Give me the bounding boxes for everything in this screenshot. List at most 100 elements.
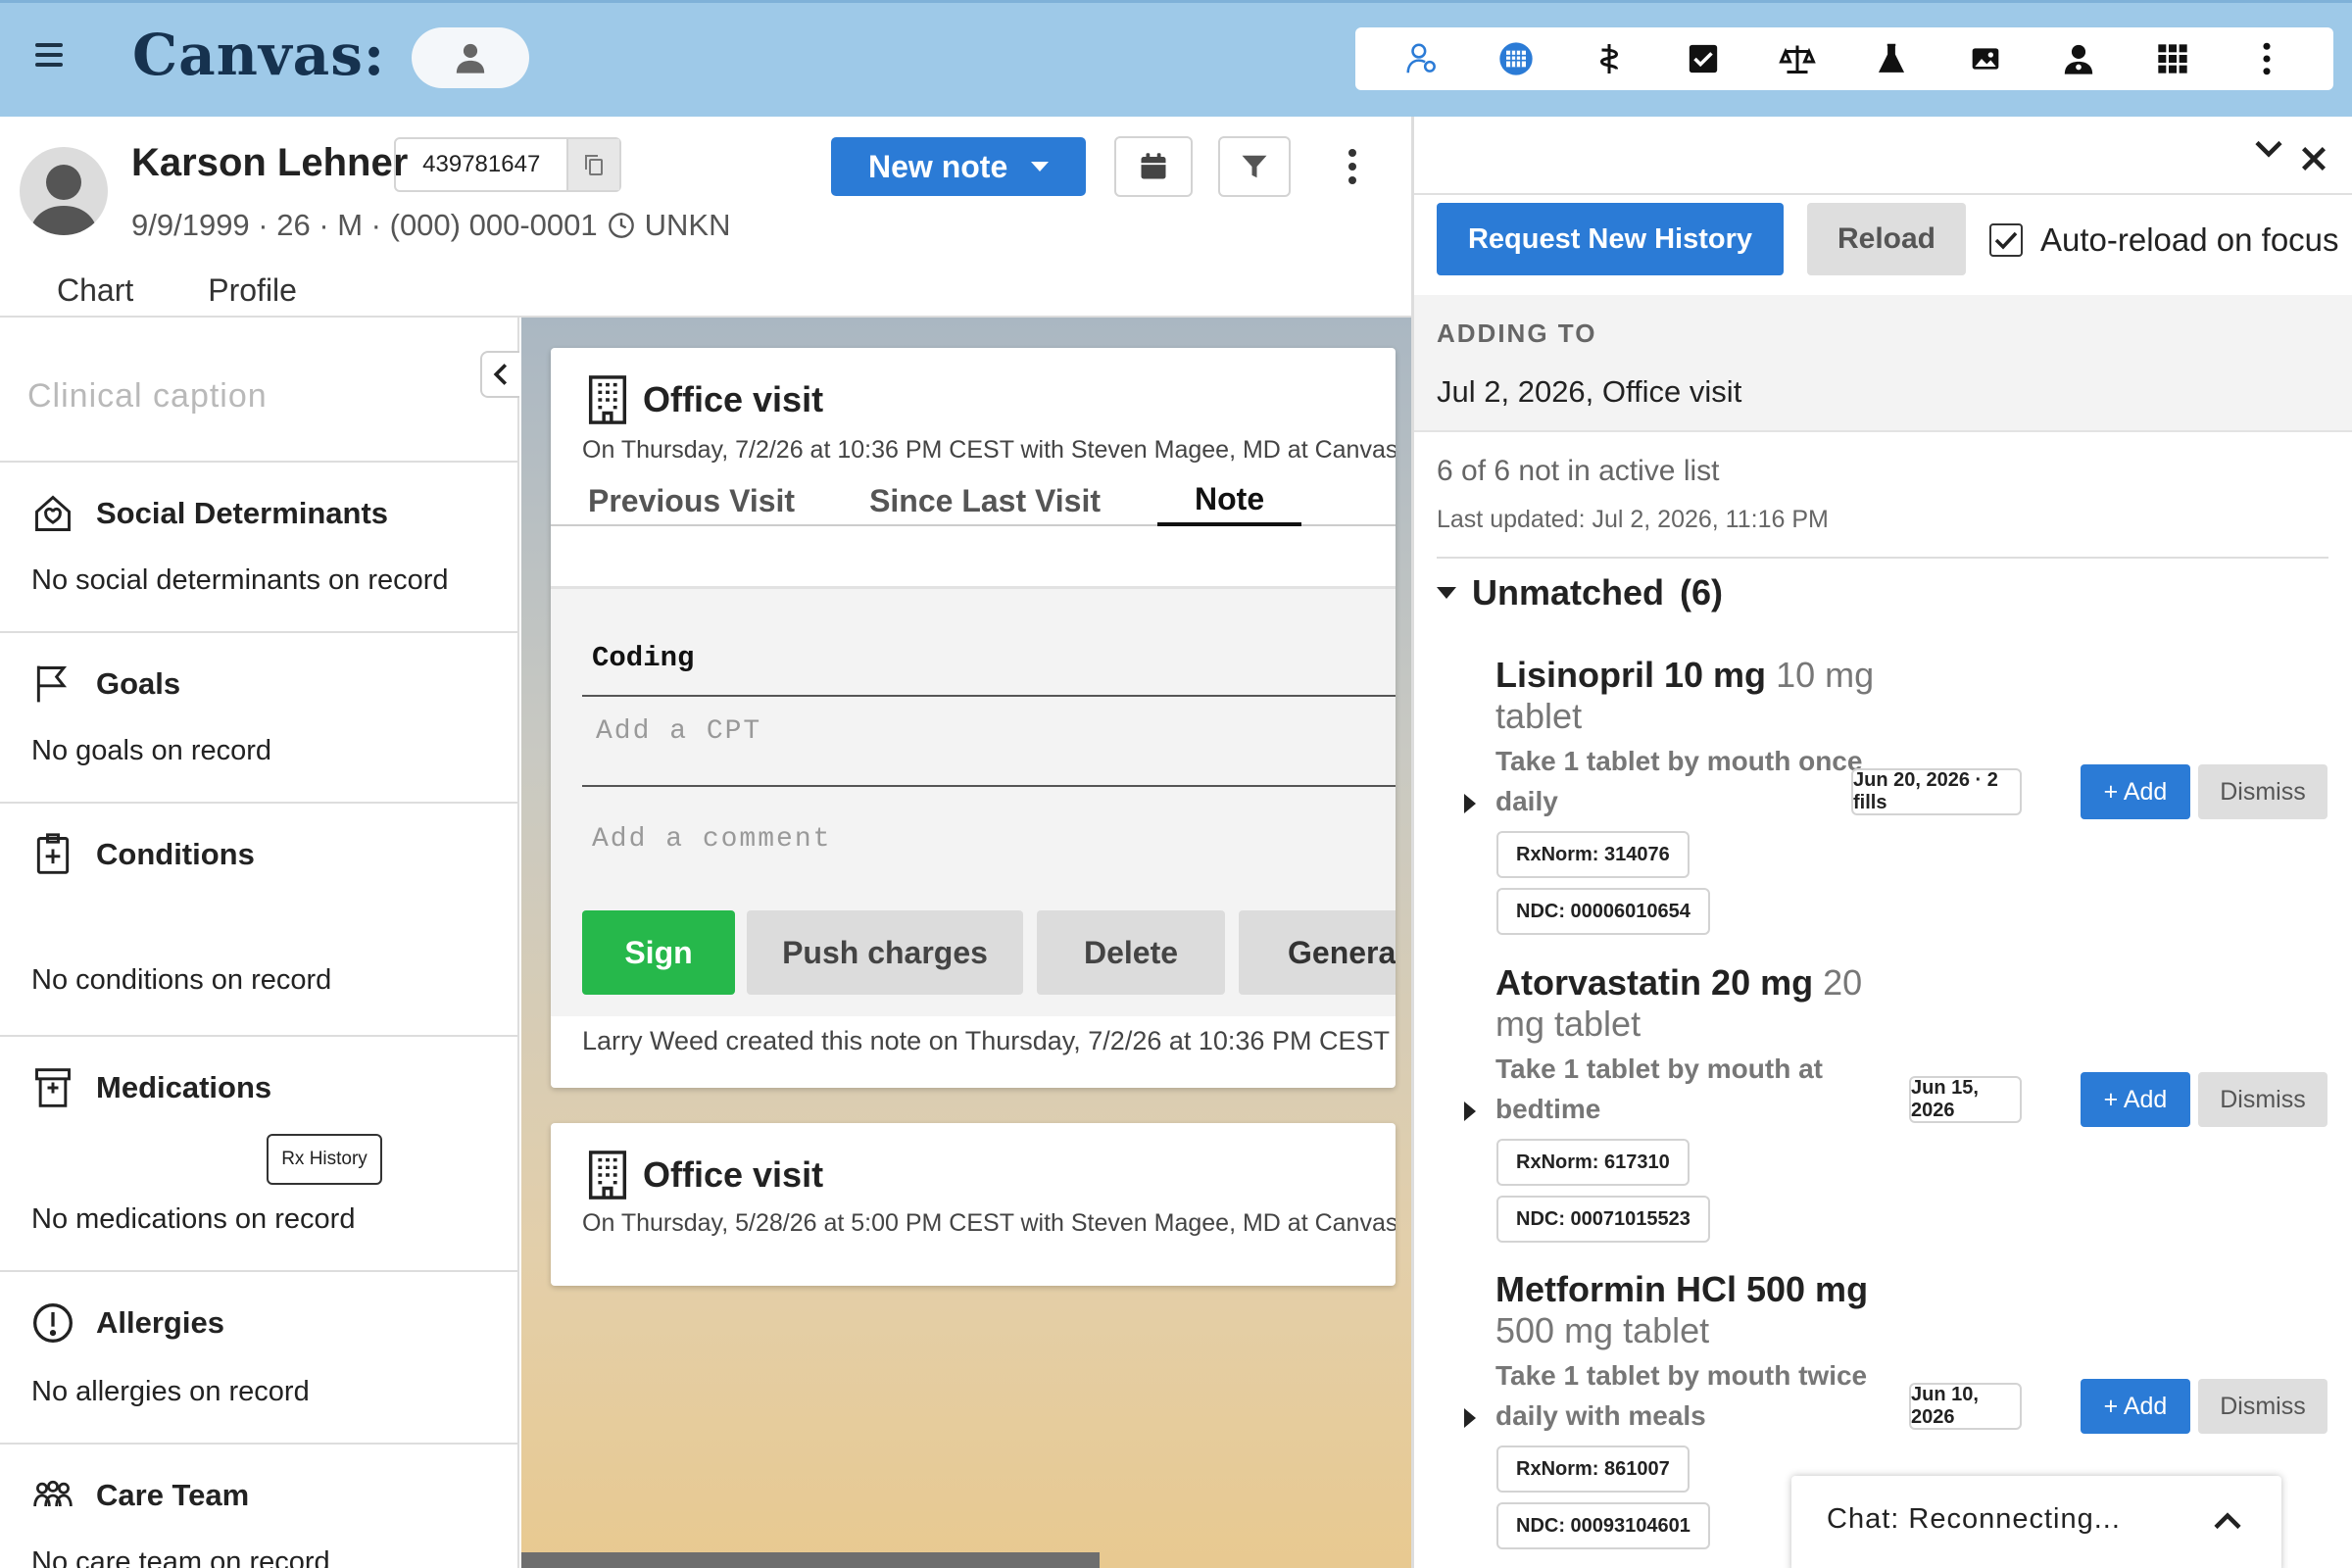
ndc-badge: NDC: 00006010654 <box>1496 888 1710 935</box>
add-med-button[interactable]: + Add <box>2081 764 2190 819</box>
expand-arrow-icon[interactable] <box>1464 1102 1476 1121</box>
section-title: Allergies <box>96 1305 224 1340</box>
tab-previous-visit[interactable]: Previous Visit <box>551 475 832 526</box>
generate-button[interactable]: Generat <box>1239 910 1396 995</box>
rx-history-button[interactable]: Rx History <box>267 1134 382 1185</box>
clinical-caption-input[interactable]: Clinical caption <box>27 377 268 416</box>
cpt-input[interactable]: Add a CPT <box>596 716 761 747</box>
dismiss-med-button[interactable]: Dismiss <box>2198 1379 2328 1434</box>
hamburger-menu-icon[interactable] <box>35 43 63 67</box>
patient-more-icon[interactable] <box>1335 143 1370 190</box>
note-subtitle: On Thursday, 7/2/26 at 10:36 PM CEST wit… <box>582 436 1396 464</box>
not-active-count: 6 of 6 not in active list <box>1437 455 1720 487</box>
provider-icon[interactable] <box>2057 37 2100 80</box>
note-created-text: Larry Weed created this note on Thursday… <box>582 1026 1390 1055</box>
med-name: Atorvastatin 20 mg 20 mg tablet <box>1495 962 1907 1045</box>
lab-flask-icon[interactable] <box>1870 37 1913 80</box>
checkmark-icon <box>1994 231 2018 250</box>
new-note-button[interactable]: New note <box>831 137 1086 196</box>
apps-grid-icon[interactable] <box>2151 37 2194 80</box>
caduceus-icon[interactable] <box>1588 37 1631 80</box>
med-sig: Take 1 tablet by mouth once daily <box>1495 746 1863 816</box>
horizontal-scrollbar[interactable] <box>521 1552 1100 1568</box>
note-subtitle: On Thursday, 5/28/26 at 5:00 PM CEST wit… <box>582 1209 1396 1237</box>
section-title: Care Team <box>96 1478 250 1512</box>
add-med-button[interactable]: + Add <box>2081 1072 2190 1127</box>
divider <box>1437 557 2328 559</box>
rxnorm-badge: RxNorm: 861007 <box>1496 1446 1690 1493</box>
note-title: Office visit <box>643 1154 824 1195</box>
patient-search-button[interactable] <box>412 27 529 88</box>
team-icon <box>33 1480 73 1507</box>
auto-reload-label: Auto-reload on focus <box>2040 221 2339 258</box>
empty-message: No medications on record <box>31 1203 356 1235</box>
section-title: Goals <box>96 666 181 701</box>
unmatched-group-toggle[interactable]: Unmatched (6) <box>1437 572 1723 613</box>
tasks-icon[interactable] <box>1682 37 1725 80</box>
auto-reload-checkbox[interactable] <box>1989 223 2023 257</box>
unmatched-count: (6) <box>1680 572 1724 612</box>
dismiss-med-button[interactable]: Dismiss <box>2198 1072 2328 1127</box>
chevron-up-icon[interactable] <box>2213 1509 2242 1536</box>
caret-down-icon[interactable] <box>1031 162 1050 172</box>
empty-message: No goals on record <box>31 735 272 766</box>
section-social-determinants[interactable]: Social Determinants No social determinan… <box>0 461 519 631</box>
section-goals[interactable]: Goals No goals on record <box>0 631 519 802</box>
request-new-history-button[interactable]: Request New History <box>1437 203 1784 275</box>
med-strength: 500 mg tablet <box>1495 1310 1710 1350</box>
note-body[interactable] <box>551 526 1396 589</box>
comment-input[interactable]: Add a comment <box>592 824 831 855</box>
schedule-icon[interactable] <box>1494 37 1538 80</box>
sign-button[interactable]: Sign <box>582 910 735 995</box>
fill-date-badge: Jun 10, 2026 <box>1909 1383 2022 1430</box>
chat-status: Chat: Reconnecting... <box>1827 1503 2121 1535</box>
patient-list-icon[interactable] <box>1400 37 1444 80</box>
note-card-office-visit[interactable]: Office visit On Thursday, 7/2/26 at 10:3… <box>551 348 1396 1088</box>
adding-to-label: ADDING TO <box>1437 318 1597 348</box>
ndc-badge: NDC: 00093104601 <box>1496 1502 1710 1549</box>
image-icon[interactable] <box>1964 37 2007 80</box>
med-name-main: Metformin HCl 500 mg <box>1495 1269 1869 1309</box>
empty-message: No allergies on record <box>31 1376 310 1407</box>
house-icon <box>35 495 71 531</box>
expand-arrow-icon[interactable] <box>1464 1408 1476 1428</box>
divider <box>582 785 1396 787</box>
collapse-sidebar-button[interactable] <box>480 351 519 398</box>
empty-message: No care team on record <box>31 1546 330 1568</box>
alert-circle-icon <box>33 1303 73 1343</box>
calendar-icon <box>1141 153 1166 179</box>
section-care-team[interactable]: Care Team No care team on record <box>0 1443 519 1568</box>
user-icon <box>456 43 485 74</box>
new-note-label: New note <box>868 148 1008 184</box>
building-icon <box>588 1151 627 1200</box>
patient-id-box: 439781647 <box>394 137 621 192</box>
section-allergies[interactable]: Allergies No allergies on record <box>0 1270 519 1443</box>
delete-button[interactable]: Delete <box>1037 910 1225 995</box>
scale-icon[interactable] <box>1776 37 1819 80</box>
auto-reload-toggle[interactable]: Auto-reload on focus <box>1989 221 2339 259</box>
expand-arrow-icon[interactable] <box>1464 794 1476 813</box>
panel-header <box>1414 117 2352 195</box>
chat-widget[interactable]: Chat: Reconnecting... <box>1791 1476 2281 1568</box>
section-title: Conditions <box>96 837 255 871</box>
patient-demographics: 9/9/1999 · 26 · M · (000) 000-0001 UNKN <box>131 208 730 243</box>
note-card-office-visit[interactable]: Office visit On Thursday, 5/28/26 at 5:0… <box>551 1123 1396 1286</box>
reload-button[interactable]: Reload <box>1807 203 1966 275</box>
section-medications[interactable]: Medications No medications on record <box>0 1035 519 1270</box>
note-title: Office visit <box>643 379 824 419</box>
close-icon[interactable] <box>2301 139 2327 180</box>
med-name-main: Lisinopril 10 mg <box>1495 655 1767 695</box>
section-conditions[interactable]: Conditions No conditions on record <box>0 802 519 1035</box>
filter-button[interactable] <box>1218 136 1291 197</box>
calendar-button[interactable] <box>1114 136 1193 197</box>
add-med-button[interactable]: + Add <box>2081 1379 2190 1434</box>
more-icon[interactable] <box>2245 37 2288 80</box>
dismiss-med-button[interactable]: Dismiss <box>2198 764 2328 819</box>
push-charges-button[interactable]: Push charges <box>747 910 1023 995</box>
tab-since-last-visit[interactable]: Since Last Visit <box>832 475 1138 526</box>
copy-icon[interactable] <box>566 139 619 190</box>
tab-note[interactable]: Note <box>1157 475 1302 526</box>
coding-label: Coding <box>592 642 695 674</box>
chevron-down-icon[interactable] <box>2254 139 2283 166</box>
canvas-logo[interactable]: Canvas: <box>132 22 385 88</box>
